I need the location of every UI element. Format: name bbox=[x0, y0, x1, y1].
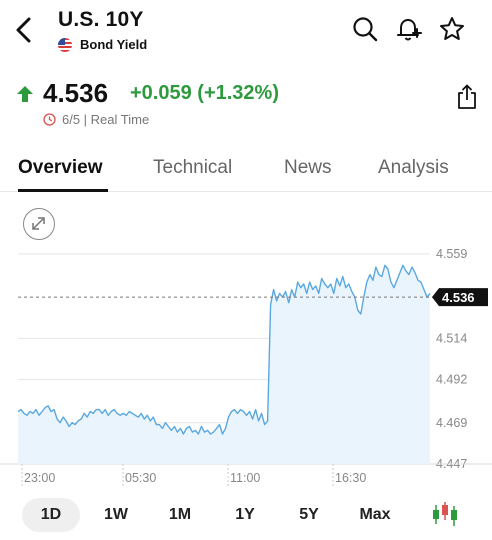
tab-overview[interactable]: Overview bbox=[18, 157, 103, 179]
y-tick-label: 4.559 bbox=[436, 247, 467, 261]
price-chart[interactable]: 4.5594.5144.4924.4694.44723:00 05:30 11:00… bbox=[0, 240, 492, 490]
range-1y[interactable]: 1Y bbox=[217, 498, 273, 532]
quote-time-label: 6/5 | Real Time bbox=[62, 112, 150, 127]
range-max[interactable]: Max bbox=[346, 498, 404, 532]
series-area bbox=[18, 265, 430, 464]
quote-row: 4.536 +0.059 (+1.32%) bbox=[0, 78, 492, 110]
y-tick-label: 4.492 bbox=[436, 373, 467, 387]
x-tick-label: 16:30 bbox=[335, 471, 366, 485]
share-icon[interactable] bbox=[455, 84, 479, 110]
x-tick-label: 23:00 bbox=[24, 471, 55, 485]
y-tick-label: 4.469 bbox=[436, 416, 467, 430]
price-change: +0.059 (+1.32%) bbox=[130, 82, 279, 104]
tab-technical[interactable]: Technical bbox=[153, 157, 232, 179]
bell-plus-icon[interactable] bbox=[395, 15, 423, 43]
back-arrow-icon[interactable] bbox=[12, 14, 36, 46]
candlestick-icon[interactable] bbox=[430, 500, 460, 528]
quote-time: 6/5 | Real Time bbox=[43, 112, 149, 127]
subtitle-label: Bond Yield bbox=[80, 37, 148, 52]
active-tab-indicator bbox=[18, 189, 108, 192]
up-arrow-icon bbox=[17, 86, 33, 102]
header: U.S. 10Y Bond Yield bbox=[0, 0, 492, 64]
current-price-label: 4.536 bbox=[442, 290, 475, 305]
range-1m[interactable]: 1M bbox=[152, 498, 208, 532]
tab-news[interactable]: News bbox=[284, 157, 332, 179]
search-icon[interactable] bbox=[351, 15, 379, 43]
page-title: U.S. 10Y bbox=[58, 8, 144, 31]
expand-icon bbox=[32, 217, 45, 230]
range-1d[interactable]: 1D bbox=[22, 498, 80, 532]
x-tick-label: 11:00 bbox=[230, 471, 260, 485]
tab-bar: Overview Technical News Analysis bbox=[0, 150, 492, 192]
instrument-subtitle: Bond Yield bbox=[58, 37, 147, 52]
tab-analysis[interactable]: Analysis bbox=[378, 157, 449, 179]
range-selector: 1D 1W 1M 1Y 5Y Max bbox=[0, 494, 492, 534]
x-tick-label: 05:30 bbox=[125, 471, 156, 485]
expand-chart-button[interactable] bbox=[23, 208, 55, 240]
y-tick-label: 4.514 bbox=[436, 331, 467, 345]
star-icon[interactable] bbox=[438, 15, 466, 43]
us-flag-icon bbox=[58, 37, 72, 52]
clock-icon bbox=[43, 113, 56, 126]
last-price: 4.536 bbox=[43, 78, 109, 108]
range-1w[interactable]: 1W bbox=[88, 498, 144, 532]
range-5y[interactable]: 5Y bbox=[281, 498, 337, 532]
